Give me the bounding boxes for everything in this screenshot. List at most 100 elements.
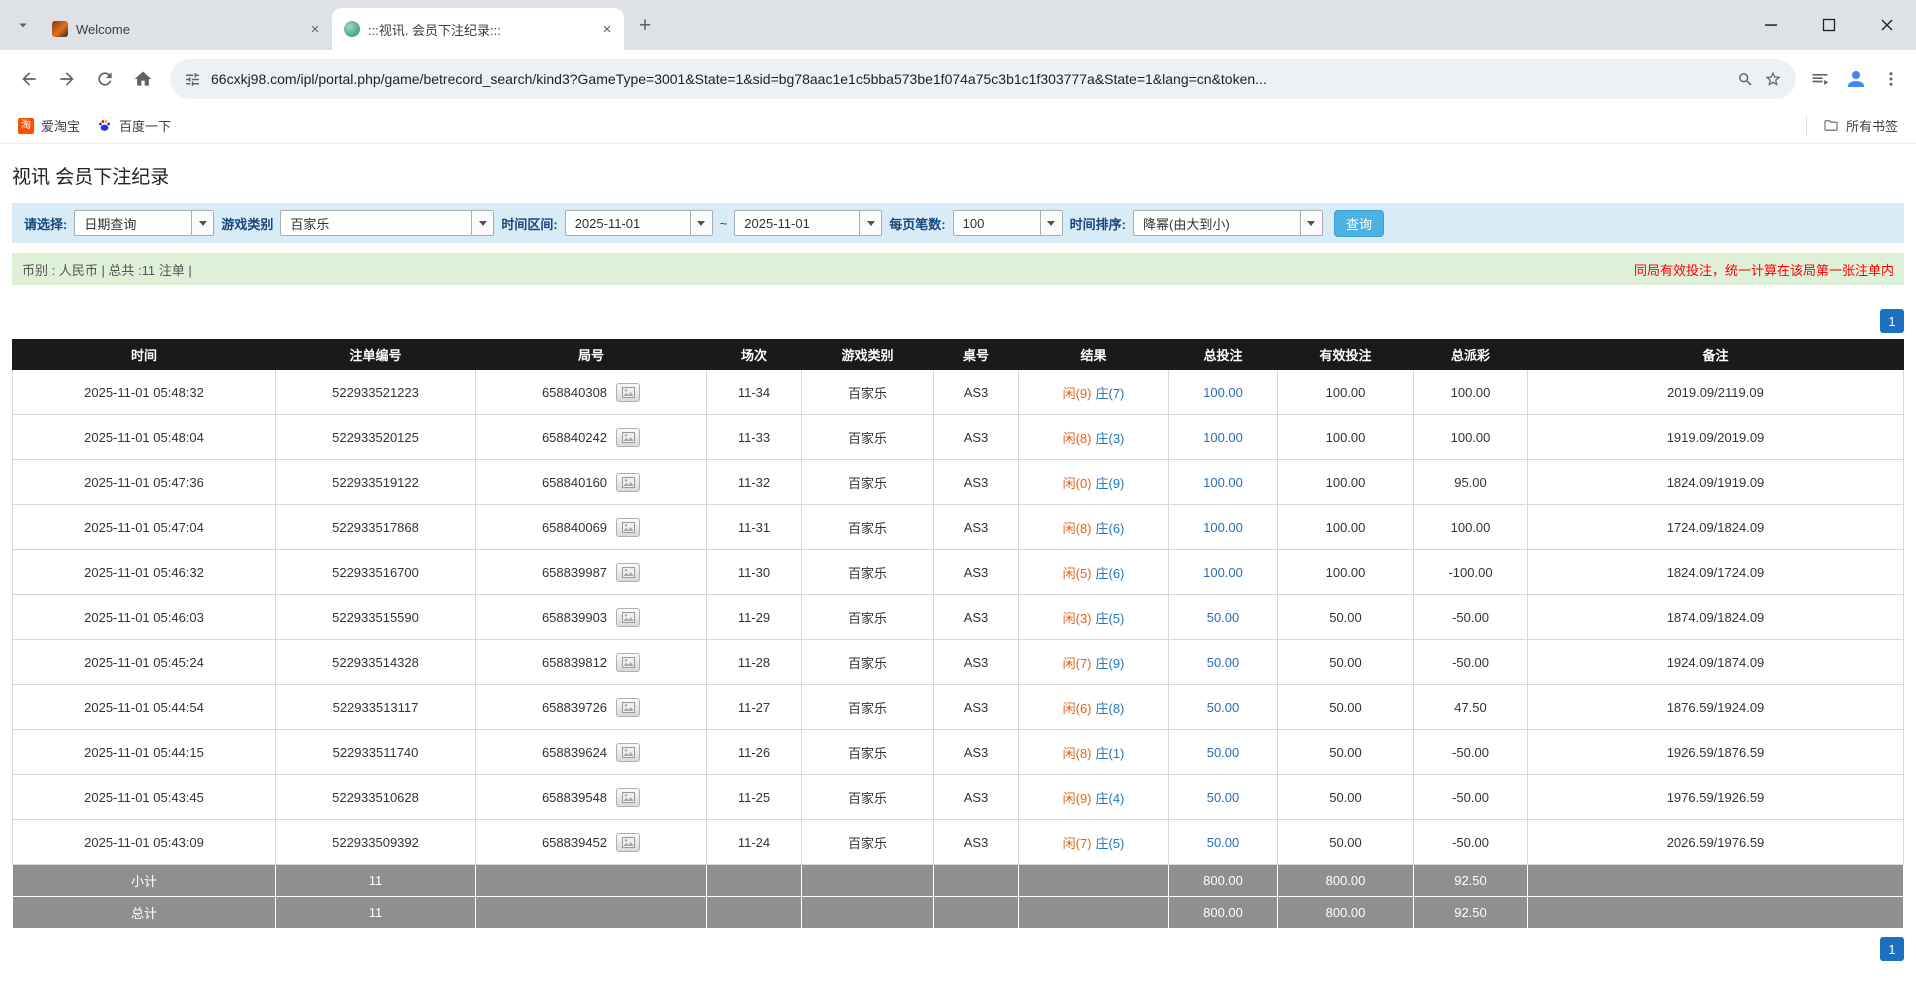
view-round-result-icon[interactable] [616,653,640,672]
view-round-result-icon[interactable] [616,563,640,582]
page-1-button[interactable]: 1 [1880,309,1904,333]
address-bar[interactable]: 66cxkj98.com/ipl/portal.php/game/betreco… [170,59,1796,99]
total-bet-link[interactable]: 50.00 [1207,655,1240,670]
bookmark-label: 百度一下 [119,116,171,135]
table-row: 2025-11-01 05:47:36 522933519122 6588401… [13,460,1904,505]
cell-valid-bet: 50.00 [1278,595,1414,640]
close-window-button[interactable] [1858,0,1916,50]
total-bet-link[interactable]: 100.00 [1203,475,1243,490]
menu-dots-icon[interactable] [1882,70,1900,88]
total-bet-link[interactable]: 100.00 [1203,430,1243,445]
cell-total-bet: 50.00 [1169,640,1278,685]
cell-game-type: 百家乐 [802,730,934,775]
cell-bet-number: 522933517868 [276,505,476,550]
cell-session: 11-25 [707,775,802,820]
home-button[interactable] [124,60,162,98]
date-to-select[interactable]: 2025-11-01 [734,210,882,236]
view-round-result-icon[interactable] [616,608,640,627]
chevron-down-icon[interactable] [859,211,881,235]
profile-avatar-icon[interactable] [1844,67,1868,91]
cell-time: 2025-11-01 05:44:54 [13,685,276,730]
site-info-icon[interactable] [184,71,201,88]
cell-note: 1824.09/1724.09 [1528,550,1904,595]
total-bet-link[interactable]: 50.00 [1207,700,1240,715]
view-round-result-icon[interactable] [616,743,640,762]
total-bet-link[interactable]: 50.00 [1207,745,1240,760]
refresh-button[interactable] [86,60,124,98]
total-bet-link[interactable]: 100.00 [1203,520,1243,535]
minimize-button[interactable] [1742,0,1800,50]
table-header-cell: 注单编号 [276,340,476,370]
page-size-label: 每页笔数: [889,214,945,233]
maximize-button[interactable] [1800,0,1858,50]
media-controls-icon[interactable] [1810,69,1830,89]
chevron-down-icon[interactable] [191,211,213,235]
round-number-text: 658840242 [542,430,607,445]
game-type-select[interactable]: 百家乐 [280,210,494,236]
cell-round-number: 658839548 [476,775,707,820]
total-bet-link[interactable]: 100.00 [1203,565,1243,580]
page-1-button[interactable]: 1 [1880,937,1904,961]
view-round-result-icon[interactable] [616,473,640,492]
cell-round-number: 658840308 [476,370,707,415]
cell-session: 11-32 [707,460,802,505]
close-tab-icon[interactable]: × [598,20,616,38]
view-round-result-icon[interactable] [616,788,640,807]
tab-title: Welcome [76,22,298,37]
cell-total-bet: 100.00 [1169,460,1278,505]
table-header-cell: 桌号 [934,340,1019,370]
chevron-down-icon[interactable] [690,211,712,235]
back-button[interactable] [10,60,48,98]
total-bet-link[interactable]: 100.00 [1203,385,1243,400]
tab-bet-records[interactable]: :::视讯. 会员下注纪录::: × [332,8,624,50]
total-bet-link[interactable]: 50.00 [1207,610,1240,625]
tab-search-button[interactable] [8,12,38,42]
cell-payout: -50.00 [1414,820,1528,865]
cell-payout: -100.00 [1414,550,1528,595]
tab-welcome[interactable]: Welcome × [40,8,332,50]
forward-button[interactable] [48,60,86,98]
subtotal-total-bet: 800.00 [1169,865,1278,897]
chevron-down-icon[interactable] [1040,211,1062,235]
result-player: 闲(8) [1063,431,1092,446]
view-round-result-icon[interactable] [616,383,640,402]
date-from-select[interactable]: 2025-11-01 [565,210,713,236]
url-text[interactable]: 66cxkj98.com/ipl/portal.php/game/betreco… [211,71,1727,87]
total-bet-link[interactable]: 50.00 [1207,790,1240,805]
cell-round-number: 658839726 [476,685,707,730]
new-tab-button[interactable]: + [630,11,660,41]
cell-session: 11-28 [707,640,802,685]
window-controls [1742,0,1916,50]
cell-table-number: AS3 [934,775,1019,820]
cell-result: 闲(8)庄(1) [1019,730,1169,775]
cell-total-bet: 100.00 [1169,505,1278,550]
page-size-select[interactable]: 100 [953,210,1063,236]
view-round-result-icon[interactable] [616,428,640,447]
chevron-down-icon[interactable] [471,211,493,235]
total-label: 总计 [13,897,276,929]
all-bookmarks-button[interactable]: 所有书签 [1815,111,1906,140]
sort-order-select[interactable]: 降幂(由大到小) [1133,210,1323,236]
search-button[interactable]: 查询 [1334,210,1384,237]
zoom-icon[interactable] [1737,71,1754,88]
table-header-cell: 场次 [707,340,802,370]
cell-game-type: 百家乐 [802,820,934,865]
total-bet-link[interactable]: 50.00 [1207,835,1240,850]
result-banker: 庄(5) [1096,611,1125,626]
cell-note: 1919.09/2019.09 [1528,415,1904,460]
view-round-result-icon[interactable] [616,698,640,717]
close-tab-icon[interactable]: × [306,20,324,38]
cell-game-type: 百家乐 [802,460,934,505]
query-type-select[interactable]: 日期查询 [74,210,214,236]
bookmark-taobao[interactable]: 淘 爱淘宝 [10,111,88,140]
result-player: 闲(7) [1063,656,1092,671]
view-round-result-icon[interactable] [616,833,640,852]
view-round-result-icon[interactable] [616,518,640,537]
chevron-down-icon[interactable] [1300,211,1322,235]
bookmark-star-icon[interactable] [1764,70,1782,88]
round-number-text: 658839812 [542,655,607,670]
bookmark-baidu[interactable]: 百度一下 [88,111,179,140]
cell-session: 11-27 [707,685,802,730]
cell-payout: 100.00 [1414,370,1528,415]
cell-result: 闲(8)庄(3) [1019,415,1169,460]
